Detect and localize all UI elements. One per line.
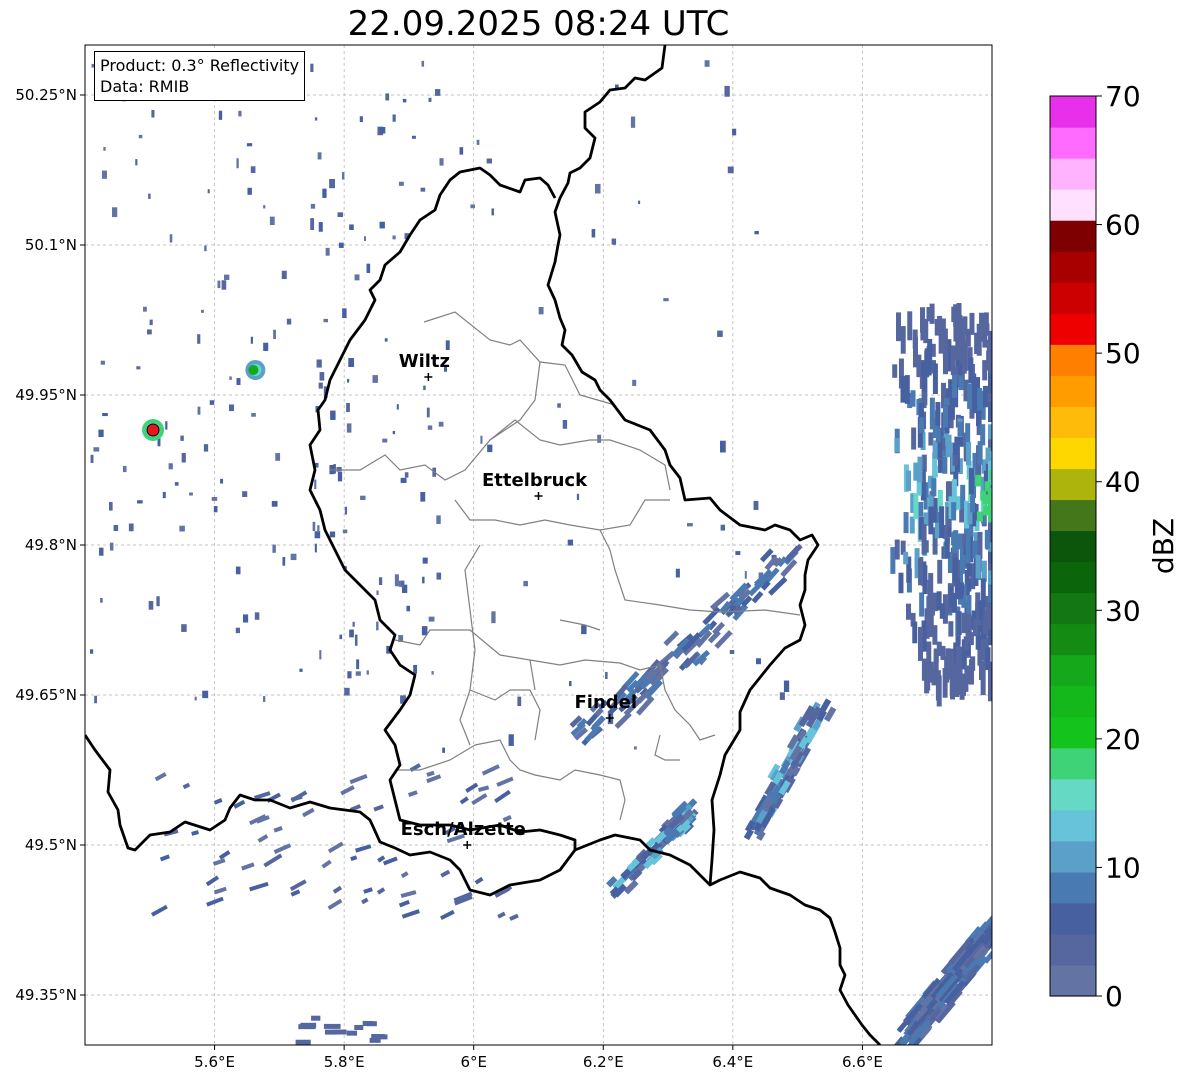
colorbar-tick-label: 40 [1105, 466, 1141, 499]
lon-tick-label: 6.6°E [842, 1053, 883, 1071]
colorbar-segment [1050, 778, 1096, 811]
data-source-label: Data: RMIB [100, 77, 190, 96]
lat-tick-label: 49.35°N [15, 986, 77, 1004]
canton-borders [330, 311, 801, 821]
map-gridlines [85, 45, 992, 1045]
colorbar-segment [1050, 809, 1096, 842]
lat-tick-label: 49.95°N [15, 386, 77, 404]
colorbar-segment [1050, 933, 1096, 966]
colorbar-segment [1050, 437, 1096, 470]
city-esch-alzette: Esch/Alzette [401, 819, 526, 849]
colorbar-segment [1050, 654, 1096, 687]
colorbar-segment [1050, 375, 1096, 407]
colorbar-tick-label: 0 [1105, 980, 1123, 1013]
lon-tick-label: 5.8°E [324, 1053, 365, 1071]
radar-map: WiltzEttelbruckFindelEsch/Alzette 5.6°E 5… [15, 44, 1180, 1071]
colorbar-segment [1050, 840, 1096, 873]
colorbar-segment [1050, 499, 1096, 532]
colorbar-segment [1050, 189, 1096, 221]
city-label: Esch/Alzette [401, 819, 526, 840]
city-label: Findel [574, 692, 637, 713]
colorbar-tick-label: 10 [1105, 851, 1141, 884]
lon-tick-label: 6°E [460, 1053, 487, 1071]
colorbar-tick-label: 50 [1105, 337, 1141, 370]
colorbar-segment [1050, 902, 1096, 935]
colorbar-segment [1050, 96, 1096, 128]
colorbar-segment [1050, 158, 1096, 190]
colorbar-segment [1050, 344, 1096, 376]
colorbar-segment [1050, 127, 1096, 159]
colorbar-segment [1050, 530, 1096, 563]
colorbar-segment [1050, 468, 1096, 501]
colorbar-segment [1050, 282, 1096, 314]
lat-tick-label: 49.65°N [15, 686, 77, 704]
colorbar-tick-label: 30 [1105, 594, 1141, 627]
lat-tick-label: 49.5°N [25, 836, 77, 854]
colorbar-tick-label: 60 [1105, 209, 1141, 242]
lon-tick-label: 6.2°E [583, 1053, 624, 1071]
lat-tick-label: 49.8°N [25, 536, 77, 554]
colorbar-tick-label: 70 [1105, 80, 1141, 113]
colorbar-segment [1050, 561, 1096, 594]
colorbar-segment [1050, 747, 1096, 780]
colorbar-segment [1050, 220, 1096, 252]
axis-ticks: 5.6°E 5.8°E 6°E 6.2°E 6.4°E 6.6°E 50.25°N 50.1°… [15, 86, 883, 1071]
lat-tick-label: 50.25°N [15, 86, 77, 104]
product-label: Product: 0.3° Reflectivity [100, 56, 300, 75]
colorbar-segment [1050, 685, 1096, 718]
colorbar-segment [1050, 964, 1096, 997]
city-label: Ettelbruck [482, 470, 588, 491]
radar-echoes [90, 60, 992, 1045]
colorbar-segment [1050, 251, 1096, 283]
city-ettelbruck: Ettelbruck [482, 470, 588, 500]
city-wiltz: Wiltz [399, 351, 450, 381]
colorbar: 0 10 20 30 40 50 60 70 dBZ [1049, 80, 1180, 1013]
colorbar-segment [1050, 716, 1096, 749]
lat-tick-label: 50.1°N [25, 236, 77, 254]
radar-site-marker [146, 423, 160, 437]
lon-tick-label: 5.6°E [194, 1053, 235, 1071]
colorbar-segment [1050, 592, 1096, 625]
colorbar-label: dBZ [1147, 518, 1180, 574]
colorbar-segment [1050, 871, 1096, 904]
colorbar-segment [1050, 623, 1096, 656]
info-box: Product: 0.3° Reflectivity Data: RMIB [94, 51, 306, 101]
colorbar-segment [1050, 406, 1096, 438]
city-label: Wiltz [399, 351, 450, 372]
colorbar-segment [1050, 313, 1096, 345]
colorbar-tick-label: 20 [1105, 723, 1141, 756]
lon-tick-label: 6.4°E [712, 1053, 753, 1071]
